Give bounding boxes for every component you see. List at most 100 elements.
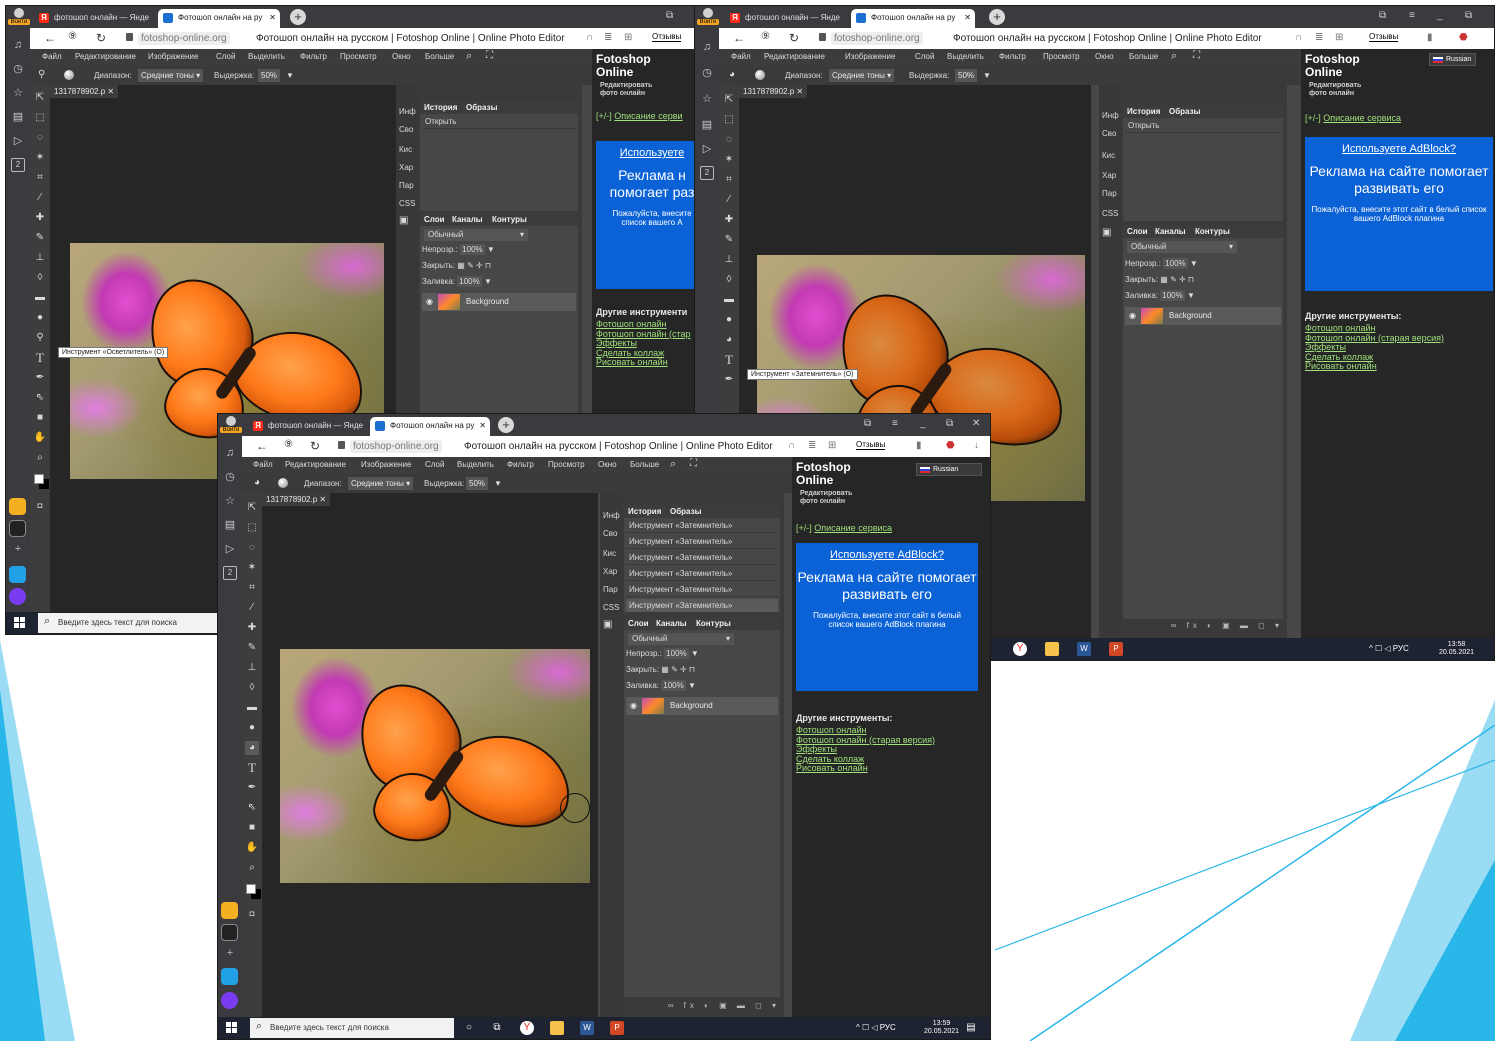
- panel-tab-css[interactable]: CSS: [399, 199, 415, 208]
- tab-swatches[interactable]: Образы: [1169, 107, 1200, 116]
- adblock-title[interactable]: Используете AdBlock?: [1305, 143, 1493, 155]
- lock-options-icon[interactable]: ▦ ✎ ✛ ⊓: [457, 261, 491, 270]
- burn-tool-icon[interactable]: ◕: [729, 69, 735, 80]
- menu-file[interactable]: Файл: [731, 52, 751, 61]
- magic-wand-icon[interactable]: ✶: [722, 153, 736, 167]
- tab-layers[interactable]: Слои: [1127, 227, 1148, 236]
- bookmark-icon[interactable]: ▮: [1427, 32, 1433, 43]
- panel-tab-brushes[interactable]: Кис: [399, 145, 412, 154]
- range-select[interactable]: Средние тоны ▾: [348, 477, 414, 490]
- adblock-title[interactable]: Используете: [596, 147, 696, 159]
- panel-tab-paragraph[interactable]: Пар: [399, 181, 414, 190]
- menu-more[interactable]: Больше: [1129, 52, 1158, 61]
- range-select[interactable]: Средние тоны ▾: [829, 69, 895, 82]
- foreground-color-swatch[interactable]: [34, 474, 44, 484]
- tab-yandex[interactable]: Яфотошоп онлайн — Янде: [248, 417, 366, 436]
- path-select-icon[interactable]: ⇖: [33, 391, 47, 405]
- crop-tool-icon[interactable]: ⌗: [33, 171, 47, 185]
- panel-tab-info[interactable]: Инф: [399, 107, 416, 116]
- url-field[interactable]: fotoshop-online.org: [350, 440, 442, 453]
- collections-icon[interactable]: ▤: [223, 518, 237, 532]
- panel-tab-info[interactable]: Инф: [603, 511, 620, 520]
- tab-photoshop[interactable]: Фотошоп онлайн на ру ✕: [851, 9, 975, 28]
- butterfly-photo[interactable]: [280, 649, 590, 883]
- tab-channels[interactable]: Каналы: [1155, 227, 1186, 236]
- fill-input[interactable]: 100%: [661, 680, 686, 691]
- history-item[interactable]: Открыть: [1125, 119, 1281, 133]
- healing-tool-icon[interactable]: ✚: [245, 621, 259, 635]
- clock-icon[interactable]: ◷: [700, 66, 714, 80]
- description-toggle[interactable]: [+/-] Описание сервиса: [796, 523, 892, 533]
- collections-icon[interactable]: ▤: [700, 118, 714, 132]
- close-tab-icon[interactable]: ✕: [269, 13, 276, 22]
- menu-filter[interactable]: Фильтр: [507, 460, 534, 469]
- description-toggle[interactable]: [+/-] Описание сервиса: [1305, 113, 1401, 123]
- link-draw-online[interactable]: Рисовать онлайн: [796, 763, 935, 774]
- exposure-input[interactable]: 50%: [258, 69, 281, 82]
- clock-icon[interactable]: ◷: [223, 470, 237, 484]
- layer-actions[interactable]: ∞ fx ◐ ▣ ▬ ◻ ▾: [1123, 621, 1283, 633]
- search-icon[interactable]: ⌕: [1171, 50, 1177, 63]
- tabs-count-icon[interactable]: 2: [223, 566, 237, 580]
- url-field[interactable]: fotoshop-online.org: [138, 32, 230, 45]
- alice-app-icon[interactable]: [9, 588, 26, 605]
- blend-mode-select[interactable]: Обычный ▾: [424, 229, 528, 241]
- tab-history[interactable]: История: [628, 507, 661, 516]
- gradient-tool-icon[interactable]: ▬: [33, 291, 47, 305]
- yandex-home-icon[interactable]: ⑨: [761, 31, 770, 42]
- blur-tool-icon[interactable]: ●: [245, 721, 259, 735]
- menu-edit[interactable]: Редактирование: [285, 460, 346, 469]
- shape-tool-icon[interactable]: ■: [33, 411, 47, 425]
- window-restore-icon[interactable]: ⧉: [1379, 10, 1386, 21]
- quick-mask-icon[interactable]: ◘: [245, 907, 259, 921]
- layer-row[interactable]: ◉ Background: [626, 697, 778, 715]
- taskbar-clock[interactable]: 13:58 20.05.2021: [1439, 641, 1474, 657]
- add-app-icon[interactable]: +: [223, 946, 237, 960]
- marquee-tool-icon[interactable]: ⬚: [722, 113, 736, 127]
- back-icon[interactable]: ←: [256, 439, 268, 453]
- close-tab-icon[interactable]: ✕: [479, 421, 486, 430]
- messenger-app-icon[interactable]: [221, 924, 238, 941]
- history-item[interactable]: Открыть: [422, 115, 576, 129]
- maximize-icon[interactable]: ⧉: [946, 418, 953, 429]
- minimize-icon[interactable]: _: [920, 418, 926, 429]
- move-tool-icon[interactable]: ⇱: [33, 91, 47, 105]
- dodge-tool-icon[interactable]: ⚲: [38, 69, 45, 80]
- window-restore-icon[interactable]: ⧉: [864, 418, 871, 429]
- quick-mask-icon[interactable]: ◘: [33, 499, 47, 513]
- document-tab[interactable]: 1317878902.p ✕: [262, 493, 331, 506]
- menu-select[interactable]: Выделить: [457, 460, 494, 469]
- menu-image[interactable]: Изображение: [361, 460, 411, 469]
- history-item[interactable]: Инструмент «Затемнитель»: [626, 519, 778, 533]
- taskbar-search-input[interactable]: Введите здесь текст для поиска: [38, 613, 222, 633]
- magic-wand-icon[interactable]: ✶: [245, 561, 259, 575]
- type-tool-icon[interactable]: T: [722, 353, 736, 367]
- burn-tool-icon[interactable]: ◕: [245, 741, 259, 755]
- input-language[interactable]: РУС: [1393, 644, 1409, 653]
- menu-view[interactable]: Просмотр: [1043, 52, 1080, 61]
- eye-icon[interactable]: ◉: [426, 297, 433, 306]
- tab-photoshop[interactable]: Фотошоп онлайн на ру ✕: [158, 9, 280, 28]
- input-language[interactable]: РУС: [880, 1023, 896, 1032]
- taskbar-search-input[interactable]: Введите здесь текст для поиска: [250, 1018, 454, 1038]
- system-tray[interactable]: ^ ☐ ◁ РУС: [856, 1023, 896, 1032]
- exposure-dropdown-icon[interactable]: ▼: [494, 479, 502, 488]
- panel-tab-properties[interactable]: Сво: [399, 125, 413, 134]
- send-app-icon[interactable]: [9, 566, 26, 583]
- panel-tab-properties[interactable]: Сво: [1102, 129, 1116, 138]
- menu-icon[interactable]: ≡: [892, 418, 898, 429]
- play-icon[interactable]: ▷: [223, 542, 237, 556]
- opacity-input[interactable]: 100%: [1163, 258, 1188, 269]
- eyedropper-icon[interactable]: ⁄: [722, 193, 736, 207]
- collections-icon[interactable]: ▤: [11, 110, 25, 124]
- bell-icon[interactable]: ♫: [700, 40, 714, 54]
- tab-swatches[interactable]: Образы: [466, 103, 497, 112]
- menu-window[interactable]: Окно: [1095, 52, 1114, 61]
- clock-icon[interactable]: ◷: [11, 62, 25, 76]
- layer-actions[interactable]: ∞ fx ◐ ▣ ▬ ◻ ▾: [624, 1001, 780, 1013]
- fullscreen-icon[interactable]: ⛶: [486, 50, 493, 61]
- eraser-tool-icon[interactable]: ◊: [33, 271, 47, 285]
- pen-tool-icon[interactable]: ✒: [33, 371, 47, 385]
- hand-tool-icon[interactable]: ✋: [33, 431, 47, 445]
- menu-more[interactable]: Больше: [630, 460, 659, 469]
